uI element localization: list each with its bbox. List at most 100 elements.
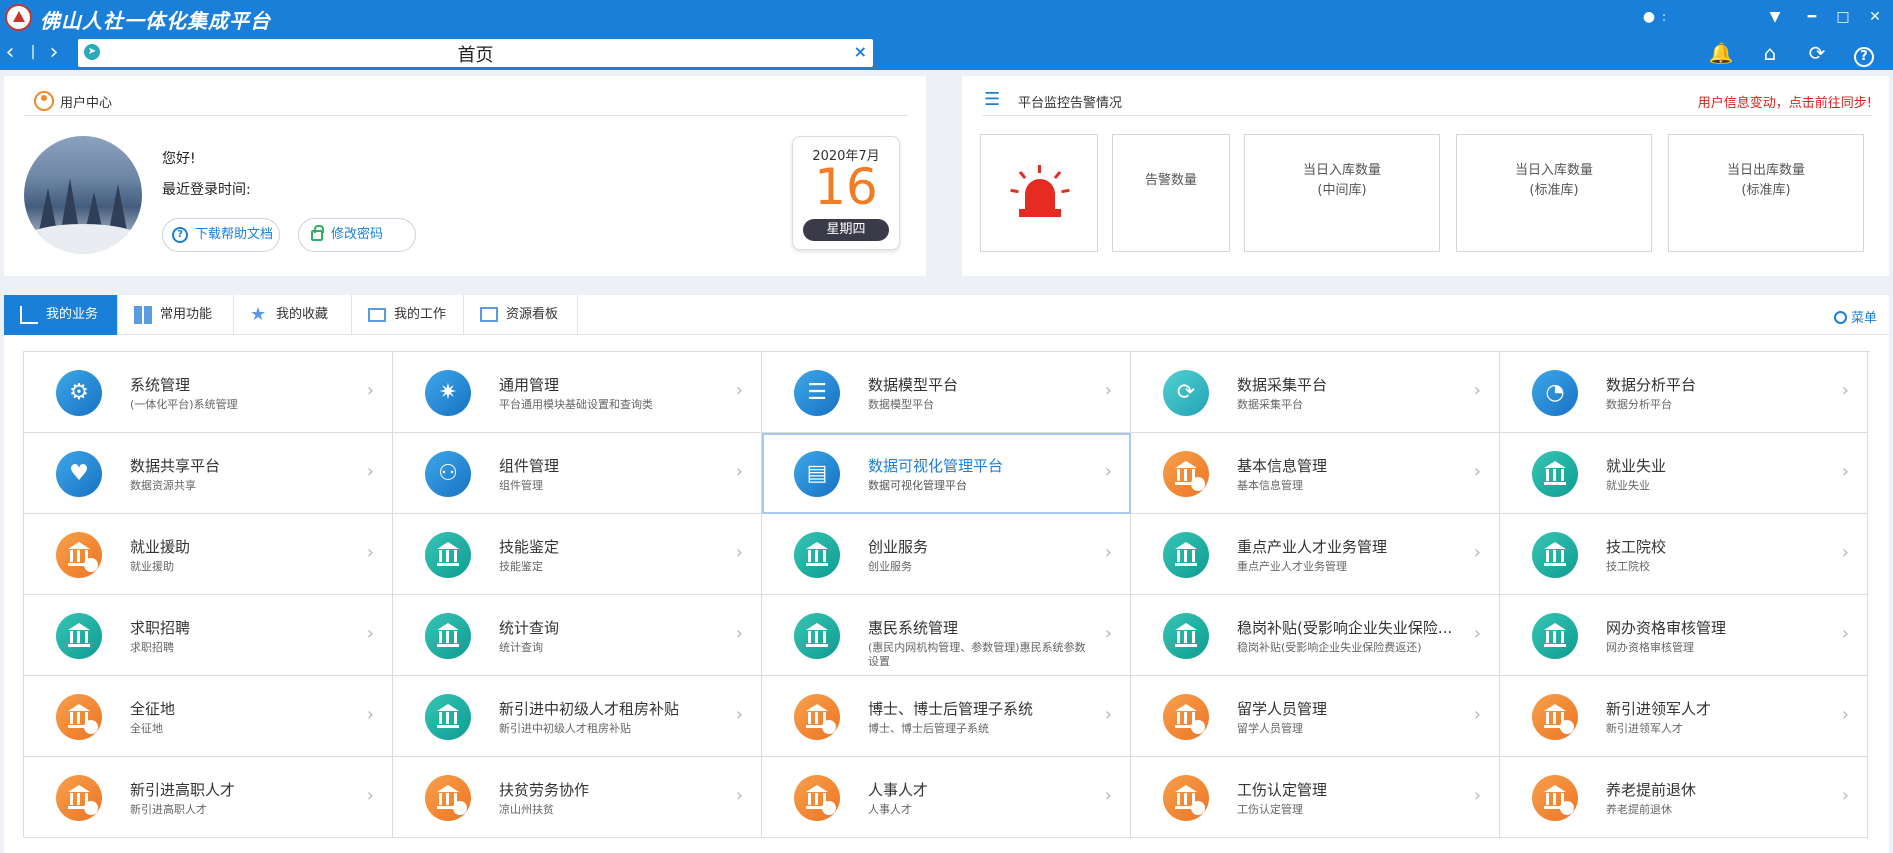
module-item[interactable]: 新引进领军人才 新引进领军人才 › [1500, 676, 1868, 757]
tab-my-work[interactable]: 我的工作 [352, 295, 464, 335]
daily-in-mid-box[interactable]: 当日入库数量 (中间库) [1244, 134, 1440, 252]
siren-ray [1038, 165, 1041, 173]
user-center-panel: 用户中心 您好! 最近登录时间: ? 下载帮助文档 修改密码 2020年7月 1… [4, 76, 926, 276]
chevron-right-icon: › [1104, 461, 1112, 482]
maximize-icon[interactable]: □ [1834, 8, 1852, 26]
daily-out-std-label: 当日出库数量 [1726, 163, 1805, 178]
module-item[interactable]: ▤ 数据可视化管理平台 数据可视化管理平台 › [762, 433, 1131, 514]
module-title: 统计查询 [499, 619, 560, 637]
module-item[interactable]: 技工院校 技工院校 › [1500, 514, 1868, 595]
module-item[interactable]: 网办资格审核管理 网办资格审核管理 › [1500, 595, 1868, 676]
tab-resource-board[interactable]: 资源看板 [464, 295, 578, 335]
module-item[interactable]: ◔ 数据分析平台 数据分析平台 › [1500, 352, 1868, 433]
nav-separator: | [30, 44, 36, 60]
tab-home[interactable]: ➤ 首页 × [78, 39, 873, 67]
building-roof [437, 785, 459, 792]
module-title: 数据分析平台 [1606, 376, 1697, 394]
daily-in-std-box[interactable]: 当日入库数量 (标准库) [1456, 134, 1652, 252]
module-item[interactable]: 惠民系统管理 (惠民内网机构管理、参数管理)惠民系统参数设置 › [762, 595, 1131, 676]
help-icon[interactable]: ? [1851, 41, 1877, 67]
building-column [1184, 793, 1187, 805]
module-item[interactable]: ✷ 通用管理 平台通用模块基础设置和查询类 › [393, 352, 762, 433]
building-icon [794, 613, 840, 659]
building-column [446, 631, 449, 643]
business-menu-panel: 我的业务 常用功能 ★ 我的收藏 我的工作 资源看板 菜单 ⚙ 系统管理 (一体化平… [4, 295, 1889, 853]
module-title: 博士、博士后管理子系统 [868, 700, 1034, 718]
module-item[interactable]: ⟳ 数据采集平台 数据采集平台 › [1131, 352, 1500, 433]
module-item[interactable]: 创业服务 创业服务 › [762, 514, 1131, 595]
module-item[interactable]: 留学人员管理 留学人员管理 › [1131, 676, 1500, 757]
minimize-icon[interactable]: ━ [1803, 8, 1821, 26]
building-floor [437, 725, 459, 728]
tab-common-functions[interactable]: 常用功能 [118, 295, 234, 335]
building-roof [437, 542, 459, 549]
tab-my-business[interactable]: 我的业务 [4, 295, 118, 335]
home-icon[interactable]: ⌂ [1757, 41, 1783, 65]
module-item[interactable]: ♥ 数据共享平台 数据资源共享 › [24, 433, 393, 514]
module-subtitle: 全征地 [130, 722, 163, 735]
tab-favorites[interactable]: ★ 我的收藏 [234, 295, 352, 335]
user-icon[interactable]: ● [1640, 8, 1658, 26]
building-floor [1544, 482, 1566, 485]
module-item[interactable]: 就业援助 就业援助 › [24, 514, 393, 595]
back-icon[interactable]: ‹ [0, 40, 20, 66]
module-item[interactable]: 博士、博士后管理子系统 博士、博士后管理子系统 › [762, 676, 1131, 757]
building-icon [1163, 694, 1209, 740]
status-badge [822, 720, 836, 734]
building-column [1177, 550, 1180, 562]
network-icon: ✷ [425, 370, 471, 416]
download-help-button[interactable]: ? 下载帮助文档 [162, 218, 280, 252]
module-item[interactable]: 新引进中初级人才租房补贴 新引进中初级人才租房补贴 › [393, 676, 762, 757]
building-column [77, 550, 80, 562]
module-subtitle: (一体化平台)系统管理 [130, 398, 238, 411]
module-item[interactable]: 重点产业人才业务管理 重点产业人才业务管理 › [1131, 514, 1500, 595]
module-item[interactable]: 基本信息管理 基本信息管理 › [1131, 433, 1500, 514]
building-column [446, 550, 449, 562]
building-icon [425, 613, 471, 659]
refresh-icon[interactable]: ⟳ [1804, 41, 1830, 65]
module-item[interactable]: 扶贫劳务协作 凉山州扶贫 › [393, 757, 762, 838]
building-floor [437, 563, 459, 566]
building-column [439, 793, 442, 805]
status-badge [84, 720, 98, 734]
module-item[interactable]: 全征地 全征地 › [24, 676, 393, 757]
module-subtitle: 新引进中初级人才租房补贴 [499, 722, 631, 735]
module-item[interactable]: 技能鉴定 技能鉴定 › [393, 514, 762, 595]
module-item[interactable]: ⚇ 组件管理 组件管理 › [393, 433, 762, 514]
alarm-count-box[interactable]: 告警数量 [1112, 134, 1230, 252]
module-title: 通用管理 [499, 376, 560, 394]
module-item[interactable]: 新引进高职人才 新引进高职人才 › [24, 757, 393, 838]
tab-close-icon[interactable]: × [854, 42, 867, 61]
building-roof [1175, 461, 1197, 468]
user-name[interactable]: : [1662, 8, 1666, 26]
network-icon-glyph: ✷ [438, 380, 458, 405]
greeting-text: 您好! [162, 151, 196, 167]
bell-icon[interactable]: 🔔 [1708, 41, 1734, 65]
module-item[interactable]: 求职招聘 求职招聘 › [24, 595, 393, 676]
daily-out-std-box[interactable]: 当日出库数量 (标准库) [1668, 134, 1864, 252]
change-password-button[interactable]: 修改密码 [298, 218, 416, 252]
dropdown-icon[interactable]: ▼ [1766, 8, 1784, 26]
module-item[interactable]: 人事人才 人事人才 › [762, 757, 1131, 838]
module-subtitle: 数据模型平台 [868, 398, 934, 411]
close-icon[interactable]: ✕ [1866, 8, 1884, 26]
module-item[interactable]: 工伤认定管理 工伤认定管理 › [1131, 757, 1500, 838]
menu-search-button[interactable]: 菜单 [1833, 307, 1877, 326]
alarm-count-label: 告警数量 [1144, 173, 1197, 188]
building-column [1553, 712, 1556, 724]
module-item[interactable]: 统计查询 统计查询 › [393, 595, 762, 676]
building-icon [1163, 451, 1209, 497]
chevron-right-icon: › [1473, 461, 1481, 482]
forward-icon[interactable]: › [44, 40, 64, 66]
module-title: 基本信息管理 [1237, 457, 1328, 475]
tab-my-work-label: 我的工作 [394, 307, 447, 322]
sync-alert-link[interactable]: 用户信息变动，点击前往同步! [1698, 92, 1872, 111]
module-title: 新引进领军人才 [1606, 700, 1712, 718]
building-column [1561, 469, 1564, 481]
module-item[interactable]: 养老提前退休 养老提前退休 › [1500, 757, 1868, 838]
module-item[interactable]: 稳岗补贴(受影响企业失业保险... 稳岗补贴(受影响企业失业保险费返还) › [1131, 595, 1500, 676]
building-column [1553, 631, 1556, 643]
module-item[interactable]: 就业失业 就业失业 › [1500, 433, 1868, 514]
module-item[interactable]: ☰ 数据模型平台 数据模型平台 › [762, 352, 1131, 433]
module-item[interactable]: ⚙ 系统管理 (一体化平台)系统管理 › [24, 352, 393, 433]
